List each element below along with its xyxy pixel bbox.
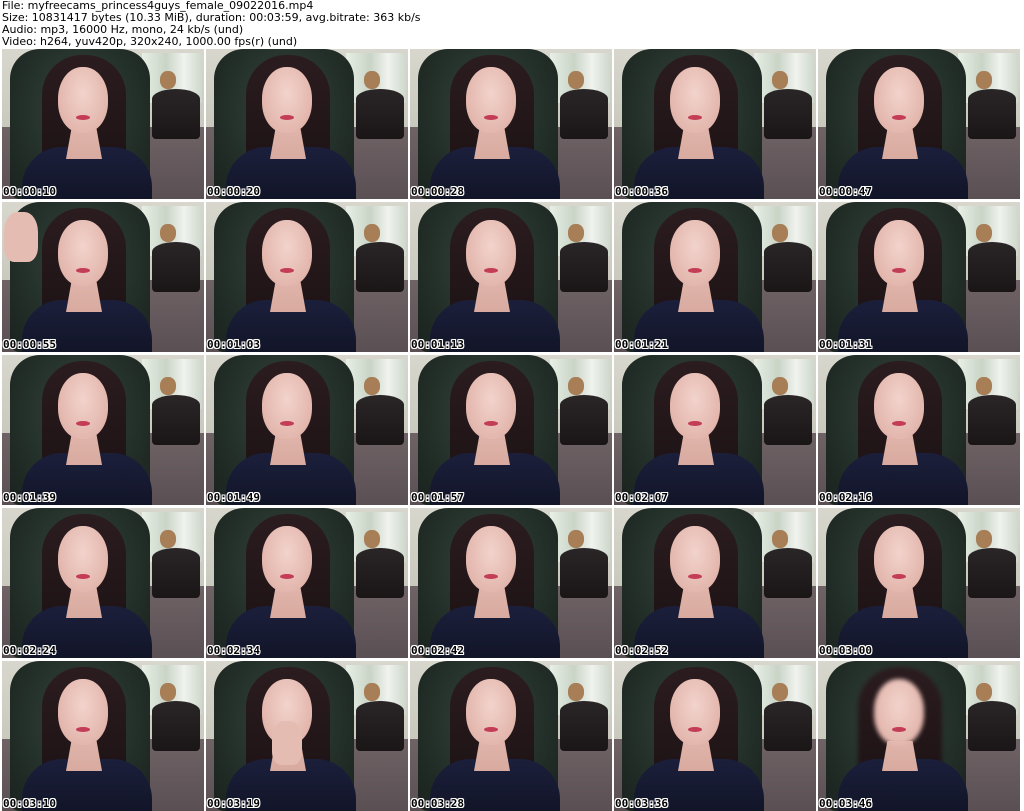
- thumbnail-timestamp: 00:02:42: [411, 644, 464, 657]
- thumbnail: 00:02:34: [206, 508, 408, 658]
- thumbnail: 00:03:10: [2, 661, 204, 811]
- thumbnail-timestamp: 00:03:28: [411, 797, 464, 810]
- thumbnail-timestamp: 00:02:52: [615, 644, 668, 657]
- thumbnail: 00:02:42: [410, 508, 612, 658]
- thumbnail-timestamp: 00:02:34: [207, 644, 260, 657]
- thumbnail-timestamp: 00:01:39: [3, 491, 56, 504]
- thumbnail-timestamp: 00:00:36: [615, 185, 668, 198]
- thumbnail-timestamp: 00:00:47: [819, 185, 872, 198]
- thumbnail-grid: 00:00:10 00:00:20 00:00:28 00:00:36 00:0…: [0, 49, 1024, 811]
- thumbnail-timestamp: 00:03:00: [819, 644, 872, 657]
- thumbnail: 00:03:46: [818, 661, 1020, 811]
- thumbnail-timestamp: 00:03:19: [207, 797, 260, 810]
- thumbnail: 00:00:36: [614, 49, 816, 199]
- thumbnail: 00:03:19: [206, 661, 408, 811]
- thumbnail-timestamp: 00:00:20: [207, 185, 260, 198]
- thumbnail: 00:01:13: [410, 202, 612, 352]
- thumbnail: 00:01:31: [818, 202, 1020, 352]
- file-info-header: File: myfreecams_princess4guys_female_09…: [2, 0, 1022, 48]
- thumbnail-timestamp: 00:00:10: [3, 185, 56, 198]
- thumbnail: 00:02:52: [614, 508, 816, 658]
- thumbnail-timestamp: 00:02:16: [819, 491, 872, 504]
- thumbnail: 00:02:24: [2, 508, 204, 658]
- thumbnail: 00:00:28: [410, 49, 612, 199]
- thumbnail-timestamp: 00:01:13: [411, 338, 464, 351]
- video-info-line: Video: h264, yuv420p, 320x240, 1000.00 f…: [2, 35, 298, 48]
- thumbnail: 00:01:03: [206, 202, 408, 352]
- thumbnail-timestamp: 00:01:49: [207, 491, 260, 504]
- thumbnail: 00:01:21: [614, 202, 816, 352]
- thumbnail: 00:02:16: [818, 355, 1020, 505]
- thumbnail: 00:03:36: [614, 661, 816, 811]
- thumbnail-timestamp: 00:01:31: [819, 338, 872, 351]
- thumbnail: 00:02:07: [614, 355, 816, 505]
- thumbnail-timestamp: 00:02:07: [615, 491, 668, 504]
- thumbnail-timestamp: 00:01:57: [411, 491, 464, 504]
- thumbnail: 00:00:10: [2, 49, 204, 199]
- thumbnail-timestamp: 00:03:10: [3, 797, 56, 810]
- thumbnail: 00:01:49: [206, 355, 408, 505]
- thumbnail-timestamp: 00:01:21: [615, 338, 668, 351]
- thumbnail-timestamp: 00:00:55: [3, 338, 56, 351]
- thumbnail: 00:03:00: [818, 508, 1020, 658]
- thumbnail: 00:01:39: [2, 355, 204, 505]
- thumbnail-timestamp: 00:03:36: [615, 797, 668, 810]
- thumbnail-timestamp: 00:02:24: [3, 644, 56, 657]
- thumbnail: 00:00:55: [2, 202, 204, 352]
- thumbnail: 00:01:57: [410, 355, 612, 505]
- thumbnail: 00:00:20: [206, 49, 408, 199]
- thumbnail-timestamp: 00:01:03: [207, 338, 260, 351]
- thumbnail: 00:00:47: [818, 49, 1020, 199]
- thumbnail-timestamp: 00:00:28: [411, 185, 464, 198]
- thumbnail-timestamp: 00:03:46: [819, 797, 872, 810]
- thumbnail: 00:03:28: [410, 661, 612, 811]
